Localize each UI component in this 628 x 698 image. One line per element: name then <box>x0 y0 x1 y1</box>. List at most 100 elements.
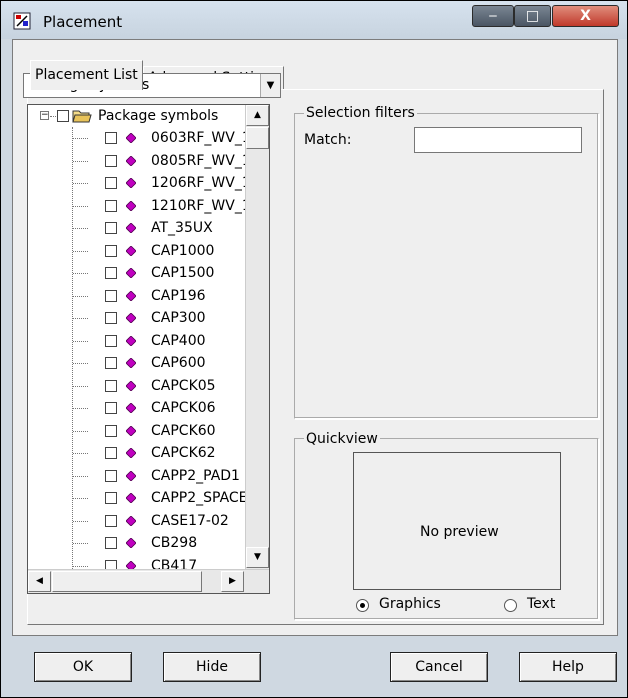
tree-vertical-scrollbar[interactable]: ▲ ▼ <box>245 105 269 569</box>
hide-button[interactable]: Hide <box>163 652 261 682</box>
item-label: CAP1000 <box>151 242 215 259</box>
close-button[interactable]: X <box>552 5 619 27</box>
list-item[interactable]: CAPCK06 <box>28 397 245 419</box>
match-input[interactable] <box>414 127 582 153</box>
package-symbol-icon <box>126 268 136 278</box>
horizontal-scroll-thumb[interactable] <box>52 571 202 592</box>
item-checkbox[interactable] <box>105 132 117 144</box>
help-button[interactable]: Help <box>519 652 617 682</box>
tree-connector <box>73 318 88 319</box>
window-title: Placement <box>43 13 123 31</box>
text-radio[interactable] <box>504 599 517 612</box>
list-item[interactable]: CAP196 <box>28 285 245 307</box>
tree-connector <box>73 160 88 162</box>
list-item[interactable]: 0805RF_WV_1 <box>28 150 251 172</box>
item-checkbox[interactable] <box>105 154 117 167</box>
tree-connector <box>73 565 88 567</box>
maximize-button[interactable]: □ <box>514 5 551 27</box>
selection-filters-legend: Selection filters <box>304 105 417 121</box>
item-checkbox[interactable] <box>105 289 117 302</box>
graphics-radio-label[interactable]: Graphics <box>379 596 441 612</box>
item-label: 1206RF_WV_1 <box>151 175 251 191</box>
scroll-down-button[interactable]: ▼ <box>246 547 269 568</box>
preview-text: No preview <box>420 524 499 540</box>
item-checkbox[interactable] <box>105 312 117 324</box>
cancel-button[interactable]: Cancel <box>390 652 488 682</box>
tree-connector <box>50 116 56 117</box>
list-item[interactable]: 1210RF_WV_1 <box>28 195 251 217</box>
item-checkbox[interactable] <box>105 469 117 482</box>
package-symbol-icon <box>126 313 136 323</box>
scroll-right-button[interactable]: ▶ <box>221 571 244 592</box>
text-radio-label[interactable]: Text <box>527 596 555 612</box>
package-symbol-icon <box>126 403 136 413</box>
collapse-icon[interactable]: − <box>40 111 49 120</box>
package-symbol-icon <box>126 515 136 526</box>
chevron-down-icon[interactable]: ▼ <box>260 74 280 97</box>
list-item[interactable]: CAPCK60 <box>28 420 245 442</box>
scroll-up-button[interactable]: ▲ <box>246 105 269 126</box>
item-label: CAP600 <box>151 355 206 371</box>
folder-open-icon <box>72 110 92 123</box>
item-label: CAP400 <box>151 332 206 349</box>
list-item[interactable]: CAPP2_SPACE <box>28 487 248 509</box>
item-checkbox[interactable] <box>105 357 117 369</box>
list-item[interactable]: AT_35UX <box>28 217 245 239</box>
item-label: CAPP2_PAD1 <box>151 467 240 484</box>
item-label: 0603RF_WV_1 <box>151 130 251 146</box>
package-symbol-icon <box>126 178 136 188</box>
list-item[interactable]: CAP600 <box>28 352 245 374</box>
list-item[interactable]: CAP1000 <box>28 240 245 262</box>
item-checkbox[interactable] <box>105 199 117 212</box>
list-item[interactable]: CASE17-02 <box>28 510 245 532</box>
radio-selected-dot <box>360 603 365 608</box>
list-item[interactable]: CAP400 <box>28 330 245 352</box>
tree-horizontal-scrollbar[interactable]: ◀ ▶ <box>28 569 269 593</box>
item-checkbox[interactable] <box>105 244 117 257</box>
list-item[interactable]: CAPP2_PAD1 <box>28 465 245 487</box>
tree-root[interactable]: − Package symbols <box>28 105 245 127</box>
item-checkbox[interactable] <box>105 492 117 504</box>
package-symbol-icon <box>126 335 136 346</box>
scroll-left-button[interactable]: ◀ <box>28 571 51 592</box>
item-checkbox[interactable] <box>105 334 117 347</box>
scroll-thumb[interactable] <box>246 127 269 149</box>
list-item[interactable]: 1206RF_WV_1 <box>28 172 251 194</box>
list-item[interactable]: CB298 <box>28 532 245 554</box>
package-symbol-icon <box>126 155 136 166</box>
item-checkbox[interactable] <box>105 424 117 437</box>
arrow-left-icon: ◀ <box>36 576 43 586</box>
tree-connector <box>73 543 88 544</box>
list-item[interactable]: CAPCK62 <box>28 442 245 464</box>
item-checkbox[interactable] <box>105 402 117 414</box>
tree-connector <box>73 408 88 409</box>
list-item[interactable]: 0603RF_WV_1 <box>28 127 251 149</box>
tree-connector <box>73 340 88 342</box>
minimize-button[interactable]: ‒ <box>472 5 514 27</box>
item-label: CAP300 <box>151 310 206 326</box>
item-checkbox[interactable] <box>105 537 117 549</box>
item-checkbox[interactable] <box>105 447 117 459</box>
tree-root-checkbox[interactable] <box>57 110 69 122</box>
package-symbol-icon <box>126 358 136 368</box>
item-checkbox[interactable] <box>105 514 117 527</box>
item-checkbox[interactable] <box>105 379 117 392</box>
item-label: CAPCK06 <box>151 400 216 416</box>
close-icon: X <box>580 8 591 24</box>
item-checkbox[interactable] <box>105 222 117 234</box>
graphics-radio[interactable] <box>356 599 369 612</box>
item-label: AT_35UX <box>151 220 213 236</box>
item-checkbox[interactable] <box>105 267 117 279</box>
list-item[interactable]: CAPCK05 <box>28 375 245 397</box>
item-checkbox[interactable] <box>105 177 117 189</box>
item-label: CAPP2_SPACE <box>151 490 248 506</box>
list-item[interactable]: CAP1500 <box>28 262 245 284</box>
list-item[interactable]: CAP300 <box>28 307 245 329</box>
symbol-tree[interactable]: − Package symbols 0603RF_WV_1 0805RF_WV_1… <box>27 104 270 594</box>
tree-connector <box>73 385 88 387</box>
item-label: CAPCK60 <box>151 422 216 439</box>
tab-placement-list[interactable]: Placement List <box>30 60 143 90</box>
ok-button[interactable]: OK <box>34 652 132 682</box>
tree-connector <box>73 250 88 252</box>
package-symbol-icon <box>126 133 136 143</box>
